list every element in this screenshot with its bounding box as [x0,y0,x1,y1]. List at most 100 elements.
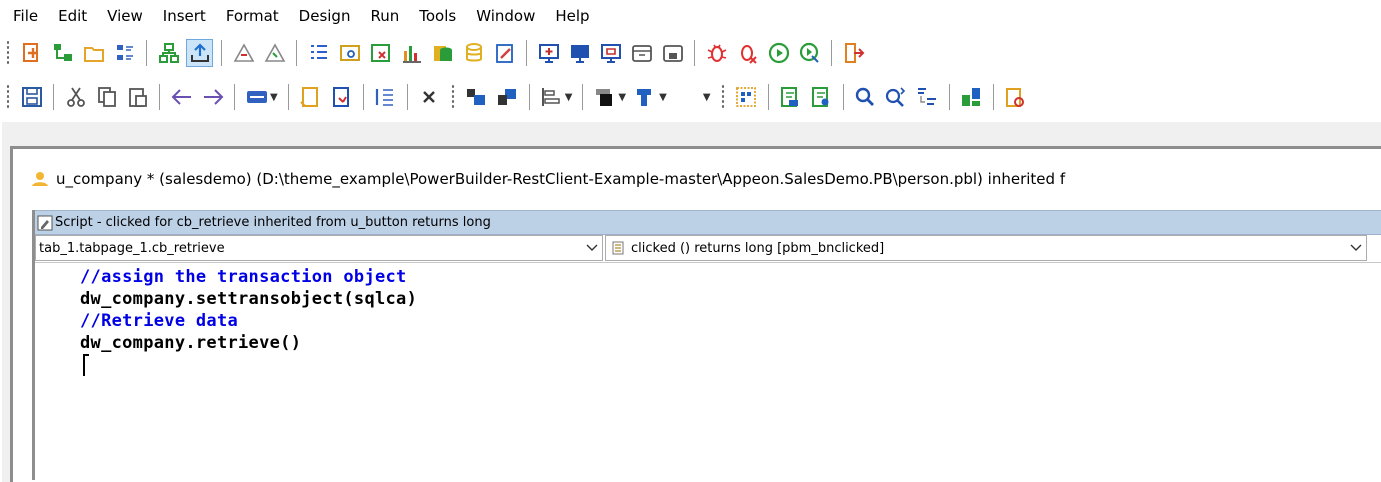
menu-window[interactable]: Window [466,0,545,33]
send-back-button[interactable] [494,83,521,111]
db-profile-button[interactable] [460,39,487,67]
debug-window-button[interactable] [597,39,624,67]
save-button[interactable] [18,83,45,111]
inherit-button[interactable] [49,39,76,67]
text-color-icon [595,89,612,106]
background-color-button[interactable] [632,83,659,111]
indent-button[interactable] [372,83,399,111]
command-dropdown-arrow[interactable]: ▼ [270,92,278,103]
browser-icon [339,45,360,61]
clipboard-check-button[interactable] [1002,83,1029,111]
library-button[interactable] [111,39,138,67]
toolbar-grip[interactable] [6,84,10,110]
command-icon [246,91,267,103]
new-icon [22,43,38,62]
window-title-bar[interactable]: u_company * (salesdemo) (D:\theme_exampl… [13,149,1381,209]
menu-insert[interactable]: Insert [153,0,216,33]
open-button[interactable] [80,39,107,67]
toolbar-separator [582,84,584,110]
paste-button[interactable] [124,83,151,111]
command-button[interactable] [243,83,270,111]
undo-button[interactable] [168,83,195,111]
monitor-button[interactable] [566,39,593,67]
toolbar-grip[interactable] [6,40,10,66]
toolbar-separator [221,40,222,66]
properties-button[interactable] [808,83,835,111]
browser-button[interactable] [336,39,363,67]
close-frame-button[interactable] [628,39,655,67]
output-button[interactable] [186,39,213,67]
menu-run[interactable]: Run [360,0,409,33]
menu-help[interactable]: Help [545,0,599,33]
build-button[interactable] [230,39,257,67]
menu-view[interactable]: View [97,0,153,33]
toolbar-separator [287,84,289,110]
exit-button[interactable] [840,39,867,67]
menu-file[interactable]: File [0,0,48,33]
find-next-button[interactable] [883,83,910,111]
clip-window-button[interactable] [367,39,394,67]
debug-bug-icon [707,44,726,62]
pieces-button[interactable] [958,83,985,111]
replace-icon [918,88,937,105]
debug-button[interactable] [703,39,730,67]
find-button[interactable] [852,83,879,111]
delete-button[interactable] [416,83,443,111]
object-selector-value: tab_1.tabpage_1.cb_retrieve [39,240,225,256]
align-button[interactable] [538,83,565,111]
toolbar-separator [528,84,530,110]
copy-button[interactable] [93,83,120,111]
text-color-dropdown-arrow[interactable]: ▼ [618,92,626,103]
menu-tools[interactable]: Tools [409,0,466,33]
background-color-icon [636,89,651,106]
text-color-button[interactable] [591,83,618,111]
undo-icon [171,89,191,105]
text-caret [83,354,89,376]
chart-button[interactable] [398,39,425,67]
cut-button[interactable] [62,83,89,111]
toolbar-grip[interactable] [720,84,725,110]
clipboard-check-icon [1006,88,1025,107]
toolbar-separator [694,40,695,66]
run-window-button[interactable] [535,39,562,67]
toolbar-grip[interactable] [450,84,455,110]
debug-stop-button[interactable] [734,39,761,67]
replace-button[interactable] [914,83,941,111]
object-selector[interactable]: tab_1.tabpage_1.cb_retrieve [35,235,603,261]
indent-icon [376,89,394,106]
list-button[interactable] [305,39,332,67]
grid-button[interactable] [733,83,760,111]
bring-front-button[interactable] [463,83,490,111]
style-dropdown-arrow[interactable]: ▼ [703,92,711,103]
redo-button[interactable] [199,83,226,111]
system-tree-button[interactable] [155,39,182,67]
edit-source-button[interactable] [491,39,518,67]
run-icon [768,42,789,64]
chevron-down-icon[interactable] [582,244,602,252]
script-pane[interactable]: Script - clicked for cb_retrieve inherit… [32,210,1381,480]
user-object-painter-window[interactable]: u_company * (salesdemo) (D:\theme_exampl… [10,146,1381,482]
background-color-dropdown-arrow[interactable]: ▼ [659,92,667,103]
menu-edit[interactable]: Edit [48,0,97,33]
toolbar-separator [526,40,527,66]
database-button[interactable] [429,39,456,67]
select-run-button[interactable] [796,39,823,67]
script-editor[interactable]: //assign the transaction object dw_compa… [80,266,417,354]
uncomment-button[interactable] [328,83,355,111]
print-frame-button[interactable] [659,39,686,67]
menu-design[interactable]: Design [289,0,361,33]
toolbar-separator [146,40,147,66]
new-button[interactable] [18,39,45,67]
menu-format[interactable]: Format [216,0,289,33]
output-up-icon [190,43,209,62]
deploy-icon [264,43,285,62]
comment-button[interactable] [297,83,324,111]
tab-order-button[interactable] [777,83,804,111]
run-button[interactable] [765,39,792,67]
deploy-button[interactable] [261,39,288,67]
event-selector[interactable]: clicked () returns long [pbm_bnclicked] [605,235,1367,261]
align-dropdown-arrow[interactable]: ▼ [565,92,573,103]
chevron-down-icon[interactable] [1346,244,1366,252]
style-combo[interactable] [671,86,705,108]
align-icon [542,88,560,106]
